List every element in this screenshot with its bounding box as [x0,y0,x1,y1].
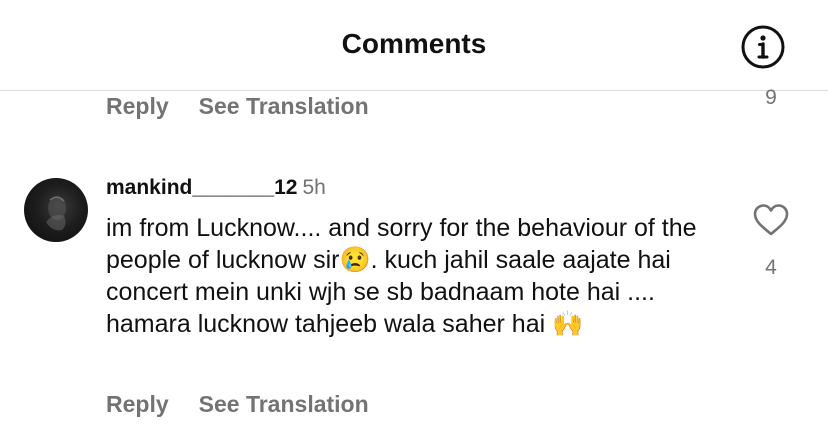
timestamp: 5h [302,176,326,199]
comment-text: im from Lucknow.... and sorry for the be… [106,212,726,340]
comment-like-count: 4 [765,256,777,279]
info-button[interactable] [740,24,786,70]
reply-button[interactable]: Reply [106,391,169,417]
heart-outline-icon [753,204,789,236]
previous-comment-like-count: 9 [765,86,777,109]
comments-header: Comments [0,0,828,91]
comment-header: mankind_______12 5h [106,176,326,200]
see-translation-button[interactable]: See Translation [199,93,369,119]
page-title: Comments [341,28,487,59]
crying-face-emoji: 😢 [339,246,371,274]
see-translation-button[interactable]: See Translation [199,391,369,417]
username[interactable]: mankind_______12 [106,176,297,199]
reply-button[interactable]: Reply [106,93,169,119]
like-button[interactable] [752,203,790,237]
info-circle-icon [741,25,785,69]
raising-hands-emoji: 🙌 [552,310,584,338]
previous-comment-actions: Reply See Translation [106,93,399,120]
avatar[interactable] [24,178,88,242]
avatar-image [46,196,66,231]
comment-actions: Reply See Translation [106,391,399,418]
